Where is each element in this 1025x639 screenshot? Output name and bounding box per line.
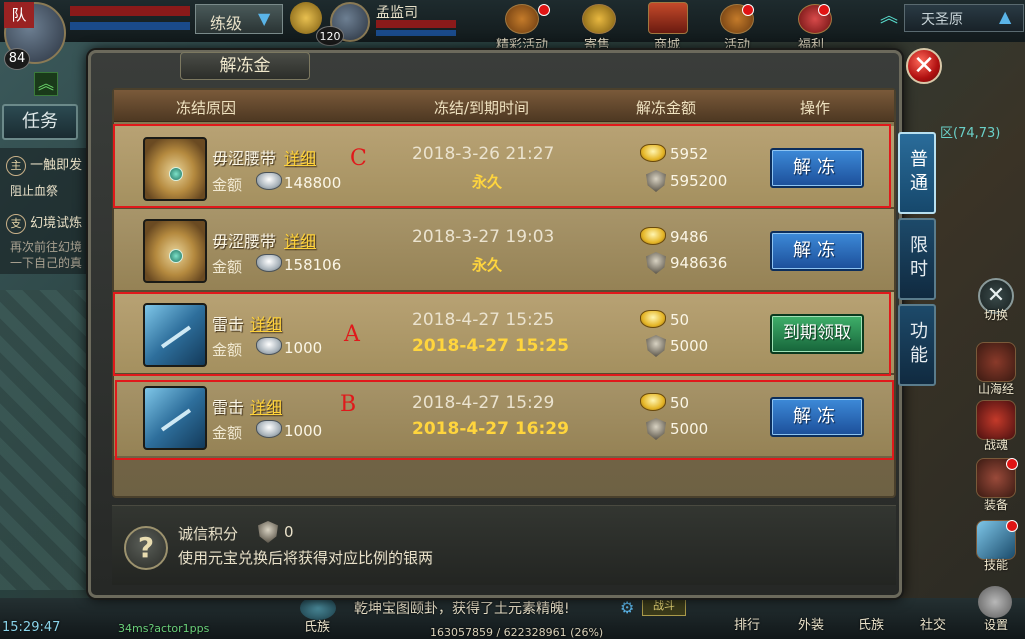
- tab-limited[interactable]: 限时: [898, 218, 936, 300]
- annotation-letter-a: A: [344, 322, 360, 347]
- gear-icon[interactable]: ⚙: [620, 598, 634, 617]
- gold-amount: 9486: [670, 228, 709, 246]
- freeze-time: 2018-3-27 19:03: [412, 227, 555, 247]
- notification-dot: [818, 4, 830, 16]
- main-quest-desc: 阻止血祭: [10, 184, 59, 198]
- settings-icon[interactable]: [978, 586, 1012, 618]
- credit-value: 0: [284, 523, 294, 541]
- unfreeze-button[interactable]: 解冻: [770, 231, 864, 271]
- target-name: 孟监司: [376, 5, 418, 21]
- chevron-down-icon: ▼: [258, 9, 271, 28]
- player-mp-bar: [70, 22, 190, 30]
- server-bar: 天圣原 ▲: [904, 4, 1024, 32]
- belt-icon[interactable]: [143, 219, 207, 283]
- shop-icon[interactable]: [648, 2, 688, 34]
- item-name: 毋涩腰带: [212, 232, 277, 251]
- footer-note: 使用元宝兑换后将获得对应比例的银两: [178, 549, 434, 567]
- practice-label: 练级: [210, 14, 243, 33]
- skill-label[interactable]: 技能: [966, 556, 1025, 573]
- main-quest[interactable]: 主 一触即发: [6, 154, 82, 176]
- dialog-title: 解冻金: [180, 52, 310, 80]
- annotation-letter-b: B: [340, 392, 357, 417]
- tab-normal[interactable]: 普通: [898, 132, 936, 214]
- settings-label[interactable]: 设置: [966, 616, 1025, 633]
- side-quest-desc1: 再次前往幻境: [10, 240, 83, 254]
- main-quest-tag: 主: [6, 156, 26, 176]
- notification-dot: [1006, 458, 1018, 470]
- gold-ingot-icon: [640, 227, 666, 245]
- target-hp-bar: [376, 20, 456, 28]
- chevron-up-icon[interactable]: ︽: [880, 2, 900, 27]
- amount-label: 金额: [212, 258, 243, 276]
- player-hp-bar: [70, 6, 190, 16]
- player-level-badge: 84: [4, 48, 30, 70]
- close-button[interactable]: ✕: [906, 48, 942, 84]
- events-icon[interactable]: [505, 4, 539, 34]
- ranking-button[interactable]: 排行: [734, 614, 760, 633]
- switch-label[interactable]: 切换: [966, 306, 1025, 323]
- clan-label[interactable]: 氏族: [304, 616, 330, 635]
- practice-button[interactable]: 练级 ▼: [195, 4, 283, 34]
- notification-dot: [742, 4, 754, 16]
- social-button[interactable]: 社交: [920, 614, 946, 633]
- tab-function[interactable]: 功能: [898, 304, 936, 386]
- header-time: 冻结/到期时间: [434, 99, 530, 117]
- map-coords: 区(74,73): [940, 126, 1001, 141]
- silver-amount: 158106: [284, 256, 342, 274]
- shanhaijing-icon[interactable]: [976, 342, 1016, 382]
- annotation-box-c: [113, 124, 891, 208]
- chevron-up-icon[interactable]: ︽: [34, 72, 58, 96]
- war-soul-label[interactable]: 战魂: [966, 436, 1025, 453]
- silver-ingot-icon: [256, 254, 282, 272]
- dialog-footer: [112, 505, 896, 585]
- annotation-box-b: [115, 380, 894, 460]
- annotation-letter-c: C: [350, 146, 367, 171]
- side-quest-tag: 支: [6, 214, 26, 234]
- server-name: 天圣原: [921, 12, 963, 28]
- main-quest-title: 一触即发: [30, 158, 83, 173]
- side-quest-title: 幻境试炼: [30, 216, 83, 231]
- side-quest[interactable]: 支 幻境试炼: [6, 212, 82, 234]
- shanhaijing-label[interactable]: 山海经: [966, 380, 1025, 397]
- gem-icon: [169, 249, 183, 263]
- side-quest-desc2: 一下自己的真: [10, 256, 83, 270]
- buff-icon[interactable]: [290, 2, 322, 34]
- header-action: 操作: [800, 99, 831, 117]
- ping-status: 34ms?actor1pps: [118, 622, 210, 635]
- detail-link[interactable]: 详细: [284, 228, 316, 252]
- credit-label: 诚信积分: [178, 525, 239, 543]
- target-level-badge: 120: [316, 26, 344, 46]
- broadcast-text: 乾坤宝图颐卦，获得了土元素精魄!: [354, 601, 570, 617]
- quest-tab[interactable]: 任务: [2, 104, 78, 140]
- expiry-time: 永久: [472, 256, 503, 274]
- bound-amount: 948636: [670, 254, 728, 272]
- coin-icon[interactable]: [582, 4, 616, 34]
- header-reason: 冻结原因: [176, 99, 237, 117]
- battle-badge[interactable]: 战斗: [642, 596, 686, 616]
- annotation-box-a: [113, 292, 891, 376]
- collapse-icon[interactable]: ▲: [999, 7, 1011, 26]
- clock: 15:29:47: [2, 620, 61, 635]
- header-amount: 解冻金额: [636, 99, 697, 117]
- equipment-label[interactable]: 装备: [966, 496, 1025, 513]
- clan-button[interactable]: 氏族: [858, 614, 884, 633]
- war-soul-icon[interactable]: [976, 400, 1016, 440]
- exp-text: 163057859 / 622328961 (26%): [430, 626, 604, 639]
- team-badge[interactable]: 队: [4, 2, 34, 28]
- notification-dot: [538, 4, 550, 16]
- target-mp-bar: [376, 30, 456, 36]
- help-button[interactable]: ?: [124, 526, 168, 570]
- outfit-button[interactable]: 外装: [798, 614, 824, 633]
- notification-dot: [1006, 520, 1018, 532]
